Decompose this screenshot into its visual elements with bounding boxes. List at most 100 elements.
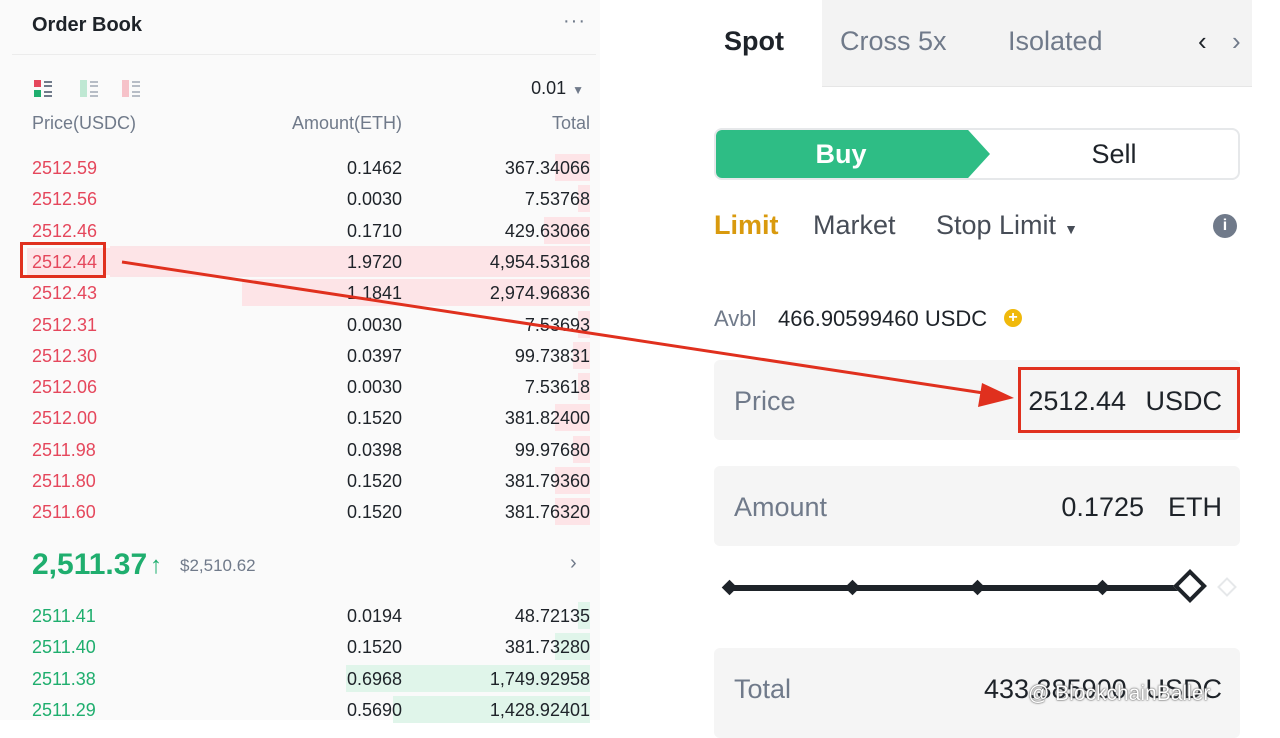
chevron-down-icon: ▼ <box>1064 221 1078 237</box>
row-total: 367.34066 <box>504 158 590 178</box>
view-asks-icon[interactable] <box>122 80 140 98</box>
row-amount: 0.1520 <box>346 502 402 523</box>
row-total: 2,974.96836 <box>489 283 590 304</box>
ask-row[interactable]: 2512.43 1.1841 2,974.96836 <box>0 277 600 308</box>
tab-cross[interactable]: Cross 5x <box>840 26 947 57</box>
row-amount: 1.1841 <box>346 283 402 304</box>
slider-mark-0[interactable] <box>721 579 738 596</box>
slider-mark-75[interactable] <box>1094 579 1111 596</box>
column-header-total: Total <box>551 113 590 133</box>
row-amount: 0.0030 <box>346 189 402 210</box>
amount-slider[interactable] <box>720 569 1240 606</box>
ask-row[interactable]: 2512.30 0.0397 99.73831 <box>0 340 600 371</box>
ask-row[interactable]: 2512.00 0.1520 381.82400 <box>0 402 600 433</box>
ask-row[interactable]: 2512.06 0.0030 7.53618 <box>0 371 600 402</box>
last-price: 2,511.37 <box>32 548 148 581</box>
available-balance: 466.90599460 USDC <box>778 306 988 331</box>
row-price: 2511.29 <box>32 699 96 720</box>
row-total: 7.53768 <box>524 189 590 210</box>
row-price: 2512.00 <box>32 408 98 429</box>
buy-button[interactable]: Buy <box>716 130 990 178</box>
add-funds-icon[interactable]: + <box>1004 309 1022 327</box>
info-icon[interactable]: i <box>1213 214 1237 238</box>
row-total: 48.72135 <box>514 606 590 626</box>
sell-button[interactable]: Sell <box>990 130 1238 178</box>
tick-size-select[interactable]: 0.01 ▼ <box>531 78 584 99</box>
row-total: 7.53618 <box>524 377 590 398</box>
row-amount: 0.1520 <box>346 408 402 429</box>
ask-row[interactable]: 2511.80 0.1520 381.79360 <box>0 465 600 496</box>
tabs-scroll-right-icon[interactable]: › <box>1232 26 1241 57</box>
more-options-icon[interactable]: ··· <box>563 10 586 33</box>
row-amount: 0.5690 <box>346 699 402 720</box>
amount-label: Amount <box>734 492 828 522</box>
slider-mark-25[interactable] <box>844 579 861 596</box>
row-total: 1,428.92401 <box>489 699 590 720</box>
order-type-market[interactable]: Market <box>813 210 896 241</box>
ask-row[interactable]: 2512.56 0.0030 7.53768 <box>0 183 600 214</box>
bid-row[interactable]: 2511.41 0.0194 48.72135 <box>0 600 600 631</box>
price-label: Price <box>734 386 796 416</box>
order-type-stop-limit[interactable]: Stop Limit ▼ <box>936 210 1078 241</box>
chevron-right-icon[interactable]: › <box>570 552 577 575</box>
slider-track <box>730 585 1188 591</box>
ask-row[interactable]: 2512.59 0.1462 367.34066 <box>0 152 600 183</box>
last-price-usd: $2,510.62 <box>180 556 256 575</box>
row-amount: 0.0030 <box>346 314 402 335</box>
order-type-limit[interactable]: Limit <box>714 210 779 241</box>
row-price: 2511.80 <box>32 471 96 491</box>
row-amount: 0.0397 <box>346 345 402 366</box>
row-price: 2511.41 <box>32 606 96 626</box>
order-book-panel: Order Book ··· 0.01 ▼ Price(USDC) Amount… <box>0 0 600 723</box>
row-amount: 0.1462 <box>346 158 402 178</box>
watermark: @ BlockchainBaller <box>1028 682 1211 705</box>
row-total: 99.97680 <box>514 439 590 460</box>
row-total: 381.82400 <box>504 408 590 429</box>
slider-mark-50[interactable] <box>969 579 986 596</box>
amount-input[interactable]: 0.1725 <box>1061 492 1144 523</box>
row-amount: 0.0030 <box>346 377 402 398</box>
column-header-price: Price(USDC) <box>32 113 137 133</box>
row-amount: 0.1520 <box>346 637 402 658</box>
slider-mark-end <box>1217 577 1237 597</box>
row-price: 2511.38 <box>32 668 96 689</box>
row-price: 2512.59 <box>32 158 98 178</box>
bid-row[interactable]: 2511.29 0.5690 1,428.92401 <box>0 694 600 725</box>
price-highlight-box <box>20 242 106 278</box>
row-total: 381.79360 <box>504 471 590 491</box>
available-label: Avbl <box>714 306 757 331</box>
ask-row[interactable]: 2512.46 0.1710 429.63066 <box>0 215 600 246</box>
tab-spot[interactable]: Spot <box>724 26 784 57</box>
row-amount: 0.0398 <box>346 439 402 460</box>
slider-handle[interactable] <box>1173 569 1207 603</box>
bid-row[interactable]: 2511.38 0.6968 1,749.92958 <box>0 663 600 694</box>
row-amount: 0.1520 <box>346 471 402 491</box>
total-label: Total <box>734 674 792 704</box>
row-total: 7.53693 <box>524 314 590 335</box>
row-price: 2511.60 <box>32 502 96 523</box>
row-price: 2512.56 <box>32 189 98 210</box>
chevron-down-icon: ▼ <box>572 83 584 97</box>
row-total: 1,749.92958 <box>489 668 590 689</box>
bid-row[interactable]: 2511.40 0.1520 381.73280 <box>0 631 600 662</box>
ask-row[interactable]: 2512.31 0.0030 7.53693 <box>0 309 600 340</box>
view-bids-icon[interactable] <box>80 80 98 98</box>
row-price: 2511.98 <box>32 439 96 460</box>
row-amount: 0.6968 <box>346 668 402 689</box>
order-book-title: Order Book <box>32 14 143 36</box>
tick-size-value: 0.01 <box>531 78 567 98</box>
tab-isolated[interactable]: Isolated <box>1008 26 1103 57</box>
amount-field[interactable]: Amount 0.1725 ETH <box>714 466 1240 546</box>
row-price: 2512.46 <box>32 220 98 241</box>
stop-limit-label: Stop Limit <box>936 210 1057 240</box>
column-header-amount: Amount(ETH) <box>291 113 402 133</box>
row-total: 381.76320 <box>504 502 590 523</box>
price-input-highlight-box <box>1018 367 1240 433</box>
view-both-icon[interactable] <box>34 80 52 98</box>
ask-row[interactable]: 2511.60 0.1520 381.76320 <box>0 496 600 527</box>
tabs-scroll-left-icon[interactable]: ‹ <box>1198 26 1207 57</box>
row-price: 2512.30 <box>32 345 98 366</box>
ask-row[interactable]: 2511.98 0.0398 99.97680 <box>0 434 600 465</box>
amount-unit: ETH <box>1168 492 1222 522</box>
row-total: 4,954.53168 <box>489 251 590 272</box>
